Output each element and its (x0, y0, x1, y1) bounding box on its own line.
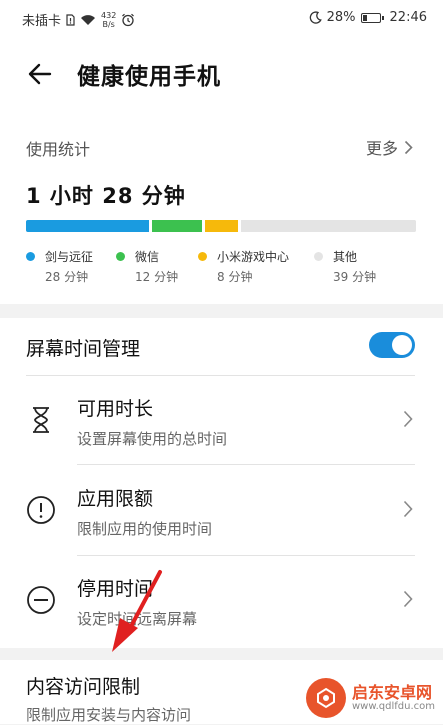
legend-app-time: 28 分钟 (45, 270, 89, 284)
alert-circle-icon (27, 496, 55, 524)
battery-fill (362, 14, 367, 21)
legend-dot (116, 252, 125, 261)
legend-app-time: 39 分钟 (333, 270, 377, 284)
app-header: 健康使用手机 (0, 38, 443, 118)
legend-dot (26, 252, 35, 261)
usage-bar-segment (151, 220, 206, 232)
screen-time-toggle[interactable] (369, 332, 415, 358)
toggle-knob (392, 335, 412, 355)
back-arrow-icon[interactable] (26, 60, 54, 88)
wifi-icon (81, 14, 96, 25)
total-usage-time: 1 小时 28 分钟 (26, 184, 186, 208)
hourglass-icon (33, 407, 49, 433)
content-restriction-title: 内容访问限制 (26, 676, 141, 698)
chevron-right-icon (404, 140, 413, 154)
screen-time-title: 屏幕时间管理 (26, 338, 141, 360)
legend-app-name: 微信 (135, 250, 160, 264)
legend-dot (314, 252, 323, 261)
usage-bar-segment (205, 220, 242, 232)
watermark-name: 启东安卓网 (351, 682, 432, 702)
status-bar: 未插卡 432 B/s 28% 22:46 (0, 0, 443, 38)
row-title: 应用限额 (77, 488, 154, 510)
more-link[interactable]: 更多 (366, 135, 413, 159)
more-label: 更多 (365, 139, 398, 158)
watermark-url: www.qdlfdu.com (351, 701, 435, 713)
moon-icon (309, 11, 322, 24)
legend-app-time: 8 分钟 (217, 270, 253, 284)
alarm-icon (122, 13, 135, 26)
usage-bar-segment (26, 220, 152, 232)
usage-bar-segment (241, 220, 416, 232)
legend-dot (198, 252, 207, 261)
row-subtitle: 限制应用的使用时间 (77, 520, 213, 538)
no-sim-icon (66, 13, 75, 26)
usage-stacked-bar (26, 220, 416, 232)
watermark: 启东安卓网 www.qdlfdu.com (305, 678, 435, 718)
chevron-right-icon (403, 410, 413, 428)
legend-app-name: 小米游戏中心 (217, 250, 290, 264)
battery-icon (360, 12, 384, 23)
row-available-time[interactable]: 可用时长 设置屏幕使用的总时间 (0, 376, 443, 464)
row-subtitle: 设置屏幕使用的总时间 (77, 430, 228, 448)
legend-app-name: 剑与远征 (45, 250, 94, 264)
legend-app-name: 其他 (333, 250, 358, 264)
row-title: 可用时长 (77, 398, 154, 420)
page-title: 健康使用手机 (77, 64, 221, 90)
net-speed: 432 B/s (101, 11, 116, 29)
usage-stats-label: 使用统计 (26, 140, 91, 159)
screen-time-card: 屏幕时间管理 可用时长 设置屏幕使用的总时间 应用限额 限制应用的使用时间 停用… (0, 318, 443, 648)
clock: 22:46 (389, 10, 427, 25)
watermark-logo-icon (305, 678, 346, 718)
usage-stats-card: 使用统计 更多 1 小时 28 分钟 剑与远征 28 分钟 微信 12 分钟 小米游戏中… (0, 118, 443, 304)
carrier-label: 未插卡 (22, 14, 62, 29)
row-downtime[interactable]: 停用时间 设定时间远离屏幕 (0, 556, 443, 644)
row-subtitle: 设定时间远离屏幕 (77, 610, 198, 628)
legend-app-time: 12 分钟 (135, 270, 179, 284)
row-title: 停用时间 (77, 578, 154, 600)
minus-circle-icon (27, 586, 55, 614)
usage-legend: 剑与远征 28 分钟 微信 12 分钟 小米游戏中心 8 分钟 其他 39 分钟 (26, 248, 426, 288)
divider (77, 464, 415, 465)
content-restriction-subtitle: 限制应用安装与内容访问 (26, 706, 192, 724)
battery-percent: 28% (326, 10, 356, 25)
chevron-right-icon (403, 590, 413, 608)
row-app-limits[interactable]: 应用限额 限制应用的使用时间 (0, 466, 443, 554)
chevron-right-icon (403, 500, 413, 518)
net-speed-value: 432 (101, 10, 117, 20)
net-speed-unit: B/s (102, 19, 115, 29)
